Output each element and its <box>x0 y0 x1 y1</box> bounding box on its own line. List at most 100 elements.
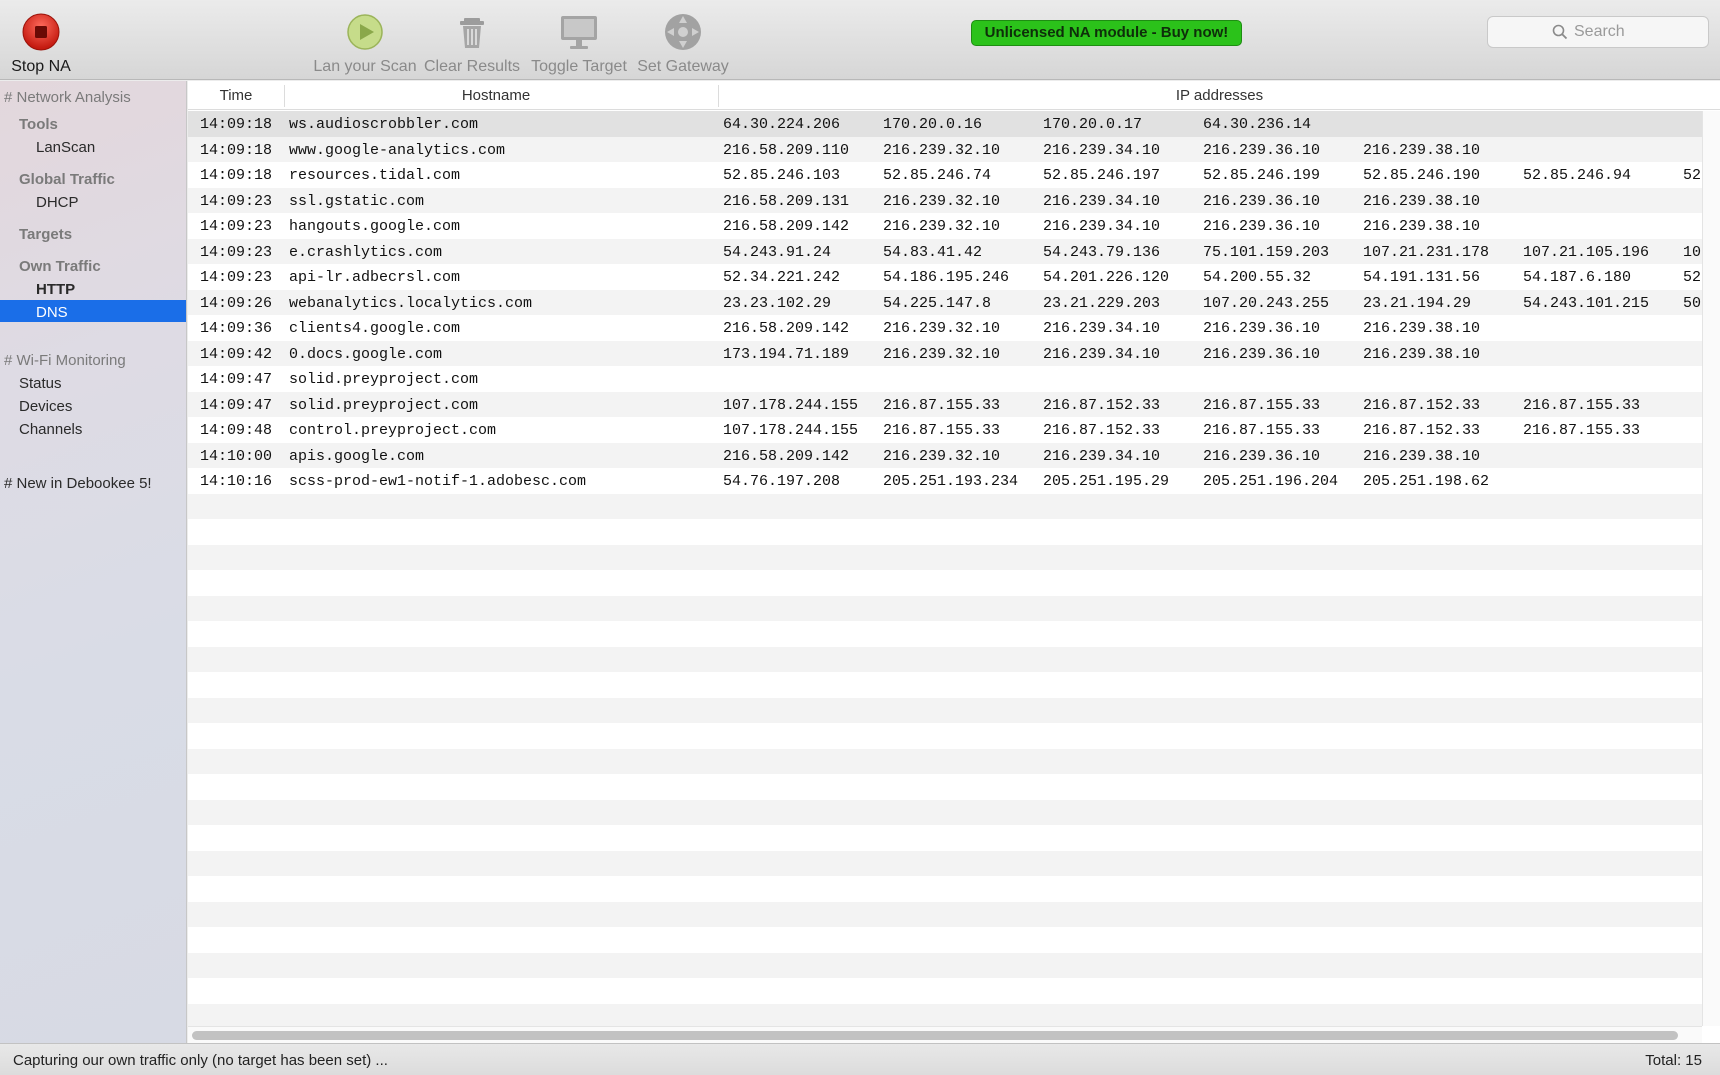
table-row[interactable]: 14:09:23 hangouts.google.com 216.58.209.14… <box>188 213 1702 239</box>
sidebar-section-wifi-monitoring[interactable]: # Wi-Fi Monitoring <box>4 352 126 369</box>
sidebar-item-dhcp[interactable]: DHCP <box>36 194 79 211</box>
table-row[interactable]: 14:09:48 control.preyproject.com 107.178.2… <box>188 417 1702 443</box>
hostname-cell: control.preyproject.com <box>289 422 497 439</box>
sidebar-item-http[interactable]: HTTP <box>36 281 75 298</box>
ip-address-cell: 216.87.155.33 <box>883 422 1001 439</box>
ip-address-cell: 54.201.226.120 <box>1043 269 1170 286</box>
search-field[interactable] <box>1487 16 1709 48</box>
ip-address-cell: 216.87.152.33 <box>1363 422 1481 439</box>
table-row[interactable]: 14:09:18 www.google-analytics.com 216.58.2… <box>188 136 1702 162</box>
empty-row <box>188 748 1702 774</box>
empty-row <box>188 927 1702 953</box>
ip-address-cell: 52.85.246.199 <box>1203 167 1321 184</box>
table-row[interactable]: 14:10:16 scss-prod-ew1-notif-1.adobesc.co… <box>188 468 1702 494</box>
ip-address-cell: 216.87.152.33 <box>1043 396 1161 414</box>
clear-results-label: Clear Results <box>424 58 521 75</box>
table-row[interactable]: 14:09:23 api-lr.adbecrsl.com 52.34.221.242… <box>188 264 1702 290</box>
time-cell: 14:09:26 <box>200 294 273 312</box>
sidebar-item-status[interactable]: Status <box>19 375 62 392</box>
sidebar-section-network-analysis[interactable]: # Network Analysis <box>4 89 131 106</box>
hostname-cell: apis.google.com <box>289 447 425 465</box>
sidebar-group-targets[interactable]: Targets <box>19 226 72 243</box>
empty-row <box>188 621 1702 647</box>
empty-row <box>188 493 1702 519</box>
table-row[interactable]: 14:09:18 ws.audioscrobbler.com 64.30.224.2… <box>188 111 1702 137</box>
ip-address-cell: 205.251.196.204 <box>1203 473 1339 490</box>
buy-now-button[interactable]: Unlicensed NA module - Buy now! <box>971 20 1242 46</box>
ip-address-cell: 216.239.34.10 <box>1043 345 1161 363</box>
table-row[interactable]: 14:09:18 resources.tidal.com 52.85.246.103… <box>188 162 1702 188</box>
ip-address-cell: 216.239.32.10 <box>883 141 1001 159</box>
lan-scan-button[interactable]: Lan your Scan <box>313 12 417 76</box>
toggle-target-button[interactable]: Toggle Target <box>529 12 629 76</box>
clear-results-button[interactable]: Clear Results <box>424 12 520 76</box>
ip-address-cell: 216.239.36.10 <box>1203 218 1321 235</box>
ip-address-cell: 216.239.34.10 <box>1043 218 1161 235</box>
sidebar-item-channels[interactable]: Channels <box>19 421 82 438</box>
table-row[interactable]: 14:09:26 webanalytics.localytics.com 23.23… <box>188 289 1702 315</box>
hostname-cell: solid.preyproject.com <box>289 396 479 414</box>
ip-address-cell: 54.191.131.56 <box>1363 269 1481 286</box>
empty-row <box>188 672 1702 698</box>
table-row[interactable]: 14:09:47 solid.preyproject.com <box>188 366 1702 392</box>
column-header-hostname[interactable]: Hostname <box>285 87 707 104</box>
vertical-scrollbar[interactable] <box>1702 111 1720 1026</box>
column-header-time[interactable]: Time <box>188 87 284 104</box>
gateway-icon <box>665 14 701 50</box>
horizontal-scrollbar[interactable] <box>188 1026 1702 1043</box>
ip-address-cell: 216.239.36.10 <box>1203 345 1321 363</box>
ip-address-cell: 216.58.209.142 <box>723 320 850 337</box>
hostname-cell: hangouts.google.com <box>289 218 461 235</box>
ip-address-cell: 216.239.34.10 <box>1043 141 1161 159</box>
sidebar-group-own-traffic: Own Traffic <box>19 258 101 275</box>
table-row[interactable]: 14:09:47 solid.preyproject.com 107.178.244… <box>188 391 1702 417</box>
ip-address-cell: 205.251.195.29 <box>1043 473 1170 490</box>
sidebar-item-devices[interactable]: Devices <box>19 398 72 415</box>
ip-address-cell: 54.243.79.136 <box>1043 243 1161 261</box>
ip-address-cell: 216.239.32.10 <box>883 447 1001 465</box>
sidebar-item-dns[interactable]: DNS <box>36 304 68 321</box>
column-header-ip-addresses[interactable]: IP addresses <box>719 87 1720 104</box>
empty-row <box>188 544 1702 570</box>
sidebar-item-lanscan[interactable]: LanScan <box>36 139 95 156</box>
ip-address-cell: 107.178.244.155 <box>723 396 859 414</box>
time-cell: 14:09:48 <box>200 422 273 439</box>
set-gateway-button[interactable]: Set Gateway <box>637 12 729 76</box>
table-row[interactable]: 14:09:36 clients4.google.com 216.58.209.14… <box>188 315 1702 341</box>
ip-address-cell: 10 <box>1683 243 1702 261</box>
stop-na-button[interactable]: Stop NA <box>6 12 76 76</box>
time-cell: 14:09:23 <box>200 243 273 261</box>
ip-address-cell: 216.239.32.10 <box>883 192 1001 210</box>
time-cell: 14:09:36 <box>200 320 273 337</box>
hostname-cell: scss-prod-ew1-notif-1.adobesc.com <box>289 473 587 490</box>
ip-address-cell: 170.20.0.16 <box>883 116 983 133</box>
ip-address-cell: 216.87.155.33 <box>1523 396 1641 414</box>
ip-address-cell: 23.21.229.203 <box>1043 294 1161 312</box>
ip-address-cell: 216.58.209.142 <box>723 447 850 465</box>
ip-address-cell: 54.186.195.246 <box>883 269 1010 286</box>
table-row[interactable]: 14:09:23 ssl.gstatic.com 216.58.209.131 216… <box>188 187 1702 213</box>
total-count: Total: 15 <box>1645 1052 1702 1069</box>
horizontal-scroll-thumb[interactable] <box>192 1031 1678 1040</box>
sidebar-section-new-in[interactable]: # New in Debookee 5! <box>4 475 152 492</box>
search-input[interactable] <box>1574 23 1644 41</box>
ip-address-cell: 52.85.246.190 <box>1363 167 1481 184</box>
table-row[interactable]: 14:09:23 e.crashlytics.com 54.243.91.24 54.… <box>188 238 1702 264</box>
time-cell: 14:09:47 <box>200 371 273 388</box>
ip-address-cell: 216.239.36.10 <box>1203 447 1321 465</box>
time-cell: 14:09:18 <box>200 116 273 133</box>
hostname-cell: e.crashlytics.com <box>289 243 443 261</box>
table-row[interactable]: 14:09:42 0.docs.google.com 173.194.71.189 2… <box>188 340 1702 366</box>
table-row[interactable]: 14:10:00 apis.google.com 216.58.209.142 216… <box>188 442 1702 468</box>
ip-address-cell: 216.239.34.10 <box>1043 447 1161 465</box>
time-cell: 14:09:23 <box>200 218 273 235</box>
hostname-cell: resources.tidal.com <box>289 167 461 184</box>
empty-row <box>188 901 1702 927</box>
empty-row <box>188 774 1702 800</box>
stop-na-label: Stop NA <box>11 58 71 75</box>
search-icon <box>1552 24 1568 40</box>
empty-row <box>188 799 1702 825</box>
empty-row <box>188 825 1702 851</box>
ip-address-cell: 216.239.38.10 <box>1363 192 1481 210</box>
lan-scan-label: Lan your Scan <box>313 58 417 75</box>
